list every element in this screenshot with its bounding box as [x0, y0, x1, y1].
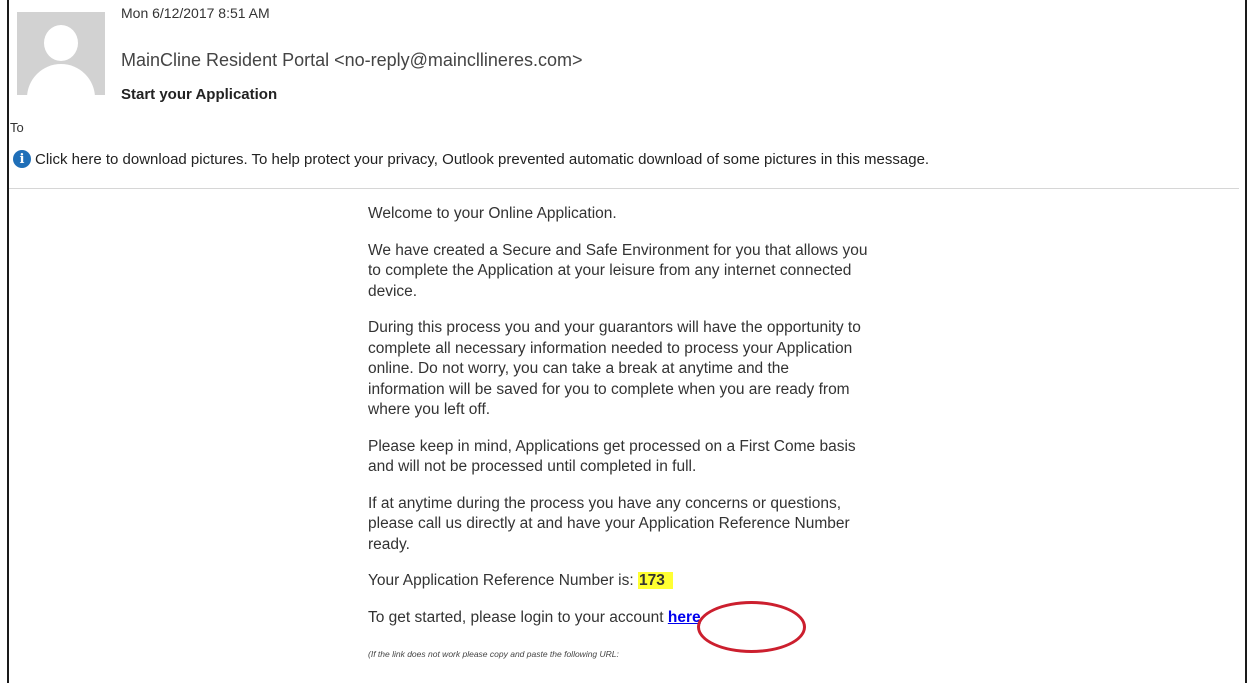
subject: Start your Application [121, 86, 278, 103]
reference-number: 173 [637, 572, 673, 589]
avatar-body-shape [27, 64, 95, 95]
to-label: To [10, 120, 24, 135]
header-divider [9, 188, 1239, 189]
reference-line: Your Application Reference Number is: 17… [368, 571, 868, 592]
body-paragraph-1: We have created a Secure and Safe Enviro… [368, 241, 868, 300]
body-paragraph-3: Please keep in mind, Applications get pr… [368, 437, 856, 476]
url-note: (If the link does not work please copy a… [368, 649, 619, 659]
login-link[interactable]: here [668, 609, 701, 626]
avatar-head-shape [44, 25, 78, 61]
download-pictures-bar[interactable]: i Click here to download pictures. To he… [13, 148, 929, 170]
download-pictures-text: Click here to download pictures. To help… [35, 150, 930, 168]
sender[interactable]: MainCline Resident Portal <no-reply@main… [121, 50, 582, 71]
login-text: To get started, please login to your acc… [368, 608, 668, 626]
info-icon: i [13, 150, 31, 168]
welcome-text: Welcome to your Online Application. [368, 205, 617, 222]
body-paragraph-4: If at anytime during the process you hav… [368, 494, 850, 553]
body-paragraph-2: During this process you and your guarant… [368, 319, 861, 418]
avatar [17, 12, 105, 95]
reference-label: Your Application Reference Number is: [368, 572, 638, 589]
sent-date: Mon 6/12/2017 8:51 AM [121, 5, 270, 21]
email-body: Welcome to your Online Application. We h… [368, 204, 868, 681]
annotation-circle [697, 601, 806, 653]
